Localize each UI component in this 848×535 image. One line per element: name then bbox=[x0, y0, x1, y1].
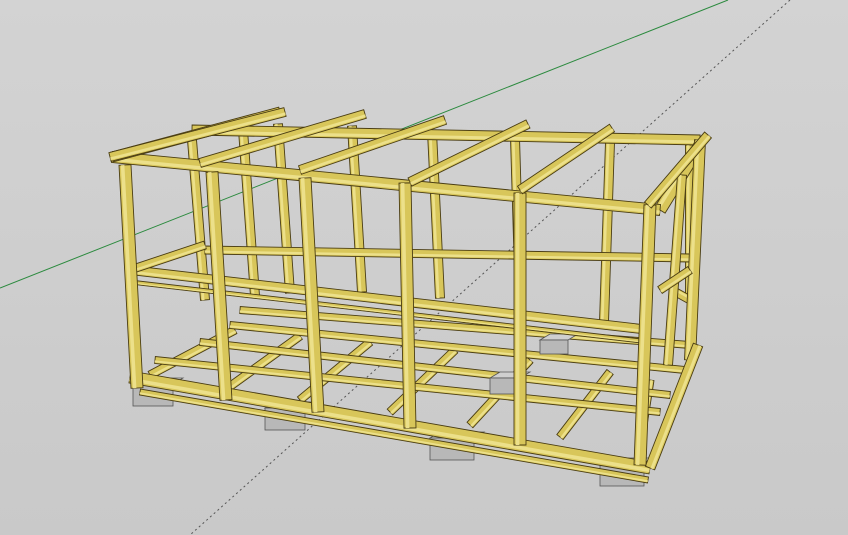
foundation-block-6[interactable] bbox=[539, 339, 569, 355]
3d-viewport[interactable] bbox=[0, 0, 848, 535]
shed-frame-model[interactable] bbox=[108, 106, 713, 487]
floor-cross-joist-3-highlight bbox=[229, 325, 685, 373]
model-canvas[interactable] bbox=[0, 0, 848, 535]
front-mid-rail-lower-highlight bbox=[129, 282, 650, 344]
floor-joist-4[interactable] bbox=[386, 346, 459, 416]
left-side-rail-highlight bbox=[130, 245, 206, 273]
